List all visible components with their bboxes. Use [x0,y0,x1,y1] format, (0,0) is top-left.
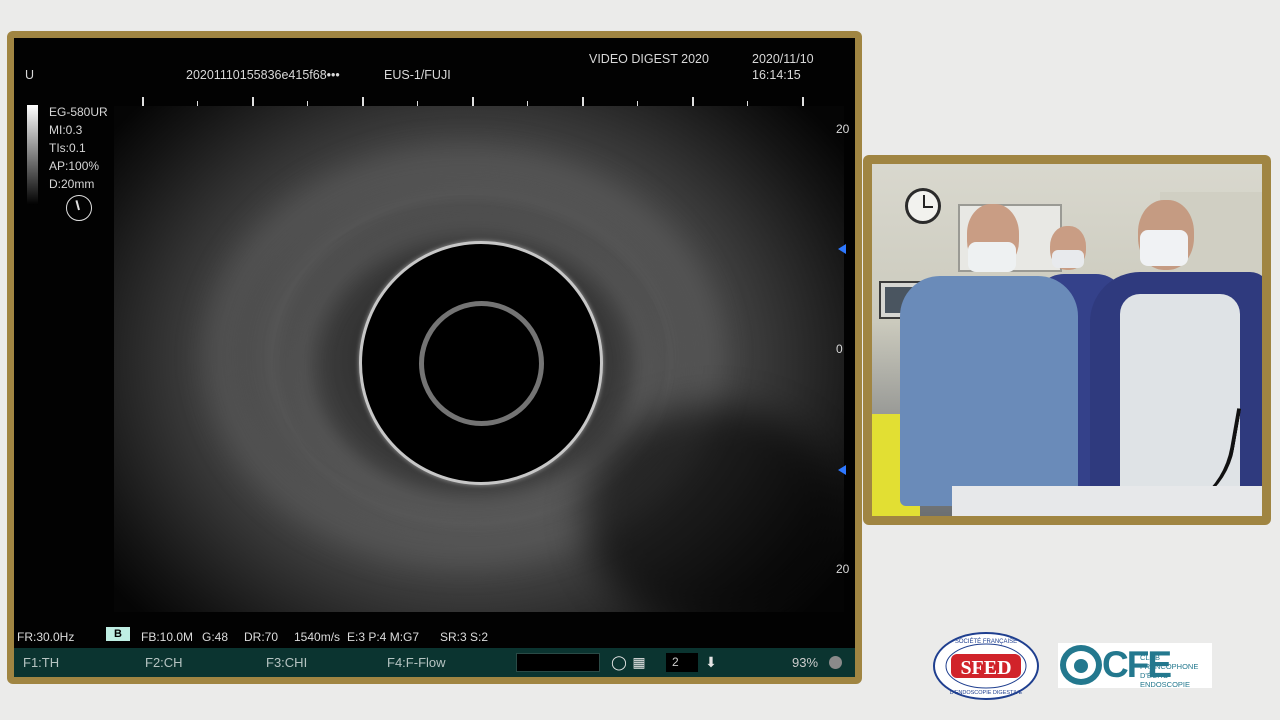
status-bar: FR:30.0Hz B FB:10.0M G:48 DR:70 1540m/s … [14,627,855,647]
param-probe-model: EG-580UR [49,105,108,119]
event-label: VIDEO DIGEST 2020 [589,52,709,66]
ultrasound-screen: U 20201110155836e415f68••• EUS-1/FUJI VI… [14,38,855,677]
ultrasound-image [114,106,844,612]
frame-rate: FR:30.0Hz [17,630,75,644]
sound-speed-value: 1540m/s [294,630,341,644]
depth-tick-top: 20 [836,122,850,136]
probe-icon[interactable]: ◯ [610,653,628,671]
study-id: 20201110155836e415f68••• [186,68,340,82]
probe-gauge-icon [66,195,92,221]
dynamic-range-value: DR:70 [244,630,279,644]
gain-value: G:48 [202,630,229,644]
camera-panel-frame [863,155,1271,525]
f3-key[interactable]: F3:CHI [266,655,307,670]
function-key-bar: F1:TH F2:CH F3:CHI F4:F-Flow ◯ ▦ 2 ⬇ 93% [14,648,855,677]
cfe-logo: CFE CLUB FRANCOPHONE D'ÉCHO-ENDOSCOPIE [1058,643,1212,689]
message-box [516,653,600,672]
probe-orientation-label: U [25,68,35,82]
operating-room-video [872,164,1262,516]
cfe-line2: D'ÉCHO-ENDOSCOPIE [1140,671,1191,689]
date-label: 2020/11/10 [752,52,814,66]
f1-key[interactable]: F1:TH [23,655,59,670]
transducer-core [434,316,529,411]
focus-marker-upper-icon [838,244,846,254]
sfed-acronym: SFED [960,657,1011,679]
param-ap: AP:100% [49,159,100,173]
storage-percent: 93% [792,655,819,670]
depth-tick-center: 0 [836,342,843,356]
depth-tick-bottom: 20 [836,562,850,576]
ultrasound-monitor-frame: U 20201110155836e415f68••• EUS-1/FUJI VI… [7,31,862,684]
f4-key[interactable]: F4:F-Flow [387,655,446,670]
f2-key[interactable]: F2:CH [145,655,183,670]
wall-clock-icon [905,188,941,224]
status-dot-icon [829,656,842,669]
enhance-value: E:3 P:4 M:G7 [347,630,420,644]
cfe-text: CLUB FRANCOPHONE D'ÉCHO-ENDOSCOPIE [1140,653,1212,689]
clip-count: 2 [666,653,698,672]
patient-table [952,486,1262,516]
grayscale-bar [27,105,38,205]
sfed-top-text: SOCIÉTÉ FRANÇAISE [955,638,1017,645]
sfed-bottom-text: D'ENDOSCOPIE DIGESTIVE [950,690,1023,696]
param-depth: D:20mm [49,177,95,191]
vertical-depth-scale: 20 0 20 [836,122,855,582]
time-label: 16:14:15 [752,68,801,82]
observer-figure [900,276,1078,506]
sfed-logo: SFED SOCIÉTÉ FRANÇAISE D'ENDOSCOPIE DIGE… [933,632,1039,700]
cfe-line1: CLUB FRANCOPHONE [1140,653,1199,671]
fb-value: FB:10.0M [141,630,194,644]
focus-marker-lower-icon [838,465,846,475]
cfe-echo-icon [1060,645,1102,685]
download-icon[interactable]: ⬇ [702,653,720,671]
sr-value: SR:3 S:2 [440,630,489,644]
param-tis: TIs:0.1 [49,141,86,155]
probe-params: EG-580UR MI:0.3 TIs:0.1 AP:100% D:20mm [49,103,108,193]
param-mi: MI:0.3 [49,123,83,137]
scope-label: EUS-1/FUJI [384,68,451,82]
roi-icon[interactable]: ▦ [630,653,648,671]
b-mode-badge: B [106,627,130,641]
